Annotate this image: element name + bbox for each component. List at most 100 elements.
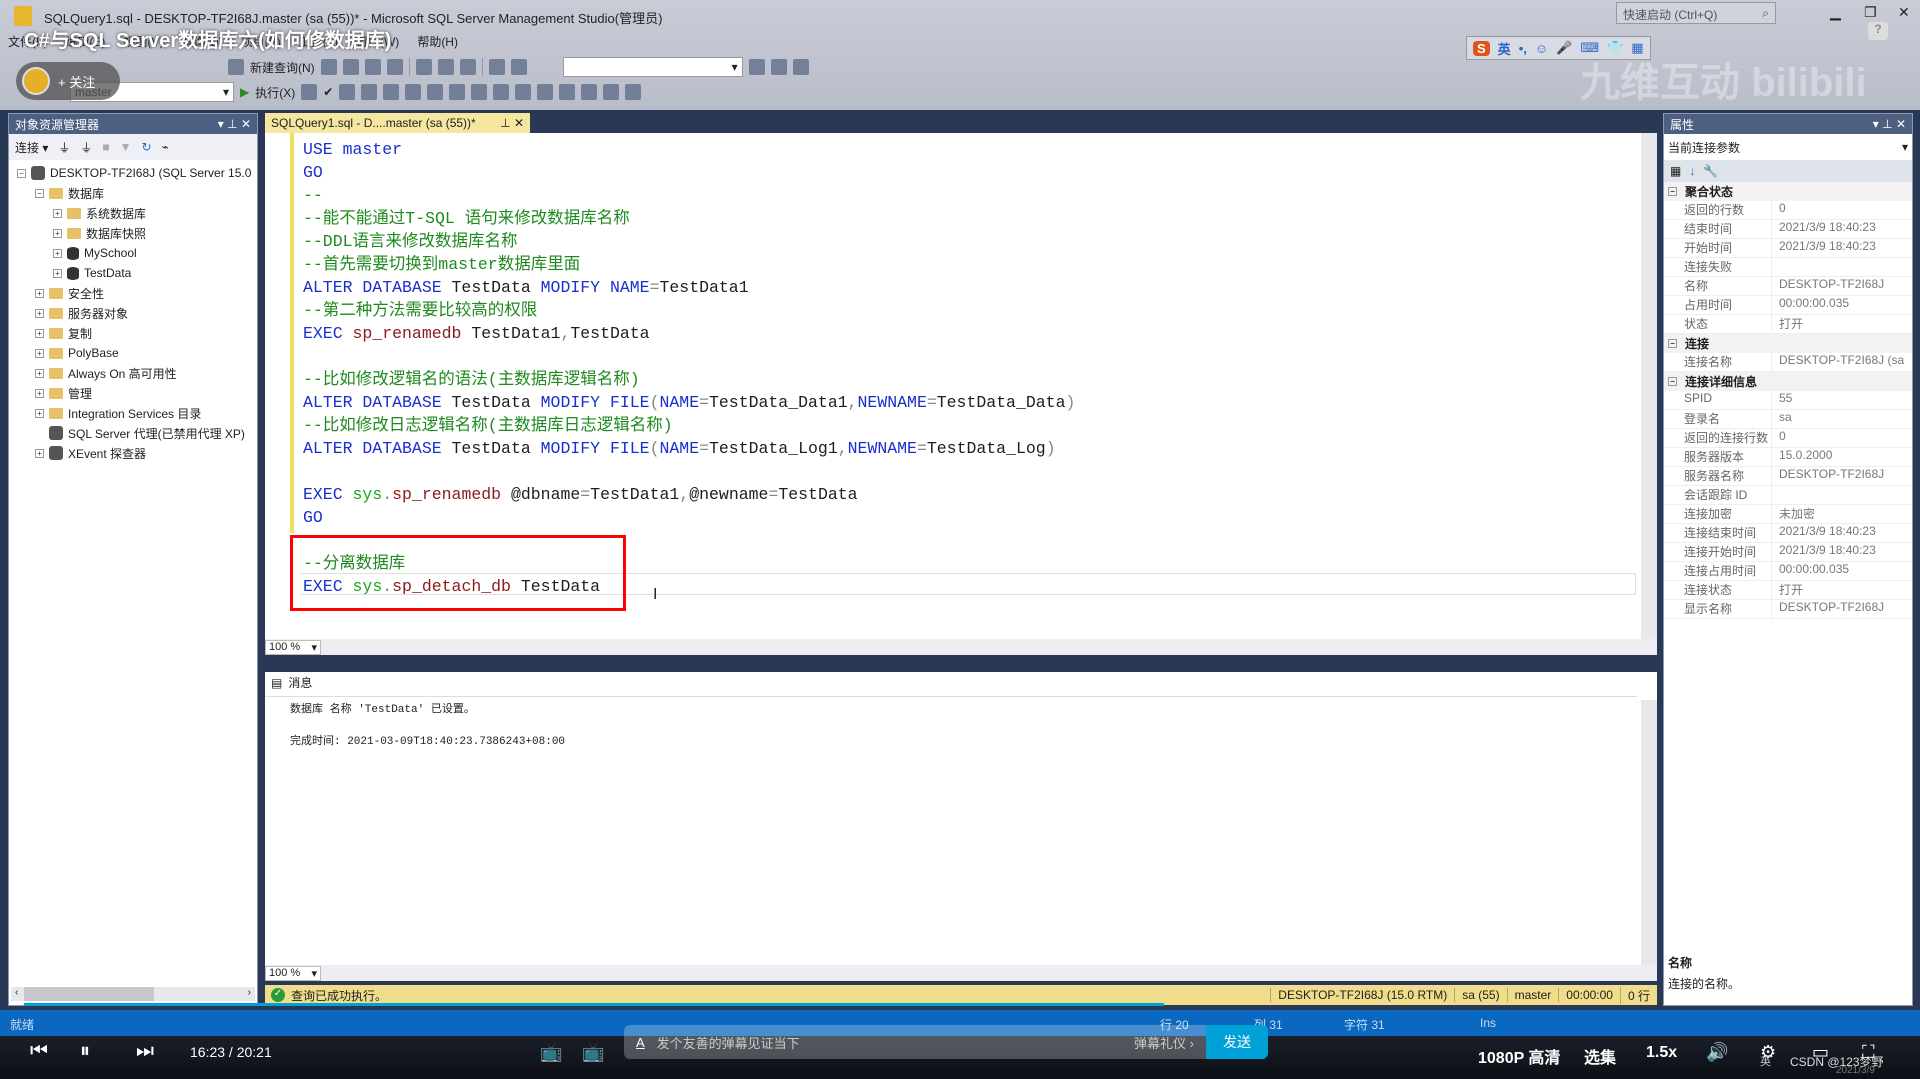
collapse-icon[interactable]: − bbox=[1668, 377, 1677, 386]
expand-icon[interactable]: + bbox=[35, 308, 44, 318]
send-danmaku-button[interactable]: 发送 bbox=[1206, 1025, 1268, 1059]
tree-item[interactable]: + Integration Services 目录 bbox=[9, 403, 257, 423]
expand-icon[interactable]: − bbox=[35, 188, 44, 198]
dax-icon[interactable] bbox=[386, 59, 403, 75]
wrench-icon[interactable] bbox=[770, 59, 787, 75]
vertical-scrollbar[interactable] bbox=[1641, 133, 1657, 655]
vertical-scrollbar[interactable] bbox=[1641, 700, 1657, 965]
property-row[interactable]: 连接占用时间 00:00:00.035 bbox=[1664, 562, 1912, 581]
expand-icon[interactable]: + bbox=[53, 248, 62, 258]
property-row[interactable]: 会话跟踪 ID bbox=[1664, 486, 1912, 505]
tree-item[interactable]: − 数据库 bbox=[9, 183, 257, 203]
connect-button[interactable]: 连接 ▾ bbox=[15, 139, 48, 156]
expand-icon[interactable]: + bbox=[53, 208, 62, 218]
horizontal-scrollbar[interactable]: ‹ › bbox=[11, 987, 255, 1001]
indent-icon[interactable] bbox=[603, 84, 620, 100]
quality-button[interactable]: 1080P 高清 bbox=[1478, 1044, 1560, 1068]
refresh-icon[interactable]: ↻ bbox=[142, 140, 152, 154]
tree-item[interactable]: + 数据库快照 bbox=[9, 223, 257, 243]
mdx-icon[interactable] bbox=[320, 59, 337, 75]
property-row[interactable]: 登录名 sa bbox=[1664, 410, 1912, 429]
live-stats-icon[interactable] bbox=[427, 84, 444, 100]
parse-icon[interactable]: ✔ bbox=[323, 85, 333, 99]
property-row[interactable]: 结束时间 2021/3/9 18:40:23 bbox=[1664, 220, 1912, 239]
mic-icon[interactable]: 🎤 bbox=[1556, 40, 1572, 56]
property-row[interactable]: 连接名称 DESKTOP-TF2I68J (sa bbox=[1664, 353, 1912, 372]
copy-icon[interactable] bbox=[437, 59, 454, 75]
previous-icon[interactable]: ⏮ bbox=[30, 1040, 48, 1063]
tree-item[interactable]: + 管理 bbox=[9, 383, 257, 403]
pin-close-icons[interactable]: ▾ ⊥ ✕ bbox=[218, 117, 251, 131]
filter-icon[interactable]: ▼ bbox=[120, 140, 132, 154]
property-row[interactable]: 连接开始时间 2021/3/9 18:40:23 bbox=[1664, 543, 1912, 562]
expand-icon[interactable]: + bbox=[35, 328, 44, 338]
property-row[interactable]: 显示名称 DESKTOP-TF2I68J bbox=[1664, 600, 1912, 619]
punctuation-icon[interactable]: •, bbox=[1519, 41, 1527, 56]
property-row[interactable]: 服务器名称 DESKTOP-TF2I68J bbox=[1664, 467, 1912, 486]
activity-icon[interactable]: ⌁ bbox=[162, 140, 169, 154]
tree-item[interactable]: + 复制 bbox=[9, 323, 257, 343]
pin-close-icons[interactable]: ▾ ⊥ ✕ bbox=[1873, 117, 1906, 131]
volume-icon[interactable]: 🔊 bbox=[1706, 1042, 1728, 1063]
estimated-plan-icon[interactable] bbox=[339, 84, 356, 100]
actual-plan-icon[interactable] bbox=[405, 84, 422, 100]
comment-icon[interactable] bbox=[537, 84, 554, 100]
dmx-icon[interactable] bbox=[342, 59, 359, 75]
tree-item[interactable]: + PolyBase bbox=[9, 343, 257, 363]
properties-icon[interactable] bbox=[748, 59, 765, 75]
tree-item[interactable]: + 安全性 bbox=[9, 283, 257, 303]
tree-item[interactable]: + 服务器对象 bbox=[9, 303, 257, 323]
property-row[interactable]: 连接加密 未加密 bbox=[1664, 505, 1912, 524]
new-query-button[interactable]: 新建查询(N) bbox=[250, 59, 315, 76]
undo-icon[interactable] bbox=[488, 59, 505, 75]
expand-icon[interactable]: + bbox=[53, 228, 62, 238]
cut-icon[interactable] bbox=[415, 59, 432, 75]
expand-icon[interactable]: + bbox=[35, 408, 44, 418]
close-button[interactable]: ✕ bbox=[1898, 4, 1910, 21]
tree-item[interactable]: + Always On 高可用性 bbox=[9, 363, 257, 383]
results-text-icon[interactable] bbox=[471, 84, 488, 100]
tree-item[interactable]: + MySchool bbox=[9, 243, 257, 263]
text-style-icon[interactable]: A bbox=[636, 1035, 645, 1050]
tree-item[interactable]: SQL Server 代理(已禁用代理 XP) bbox=[9, 423, 257, 443]
property-row[interactable]: 返回的行数 0 bbox=[1664, 201, 1912, 220]
property-category[interactable]: − 连接详细信息 bbox=[1664, 372, 1912, 391]
property-row[interactable]: 名称 DESKTOP-TF2I68J bbox=[1664, 277, 1912, 296]
zoom-select[interactable]: 100 % ▾ bbox=[265, 639, 321, 655]
emoji-icon[interactable]: ☺ bbox=[1535, 41, 1548, 56]
property-row[interactable]: 返回的连接行数 0 bbox=[1664, 429, 1912, 448]
danmaku-etiquette-link[interactable]: 弹幕礼仪 › bbox=[1134, 1033, 1194, 1052]
outdent-icon[interactable] bbox=[581, 84, 598, 100]
expand-icon[interactable]: + bbox=[35, 368, 44, 378]
episodes-button[interactable]: 选集 bbox=[1584, 1044, 1616, 1068]
menu-item[interactable]: 帮助(H) bbox=[417, 33, 458, 50]
property-row[interactable]: 开始时间 2021/3/9 18:40:23 bbox=[1664, 239, 1912, 258]
expand-icon[interactable]: + bbox=[35, 348, 44, 358]
xmla-icon[interactable] bbox=[364, 59, 381, 75]
pause-icon[interactable]: ⏸ bbox=[80, 1040, 90, 1063]
tab-sqlquery1[interactable]: SQLQuery1.sql - D....master (sa (55))* ⊥ … bbox=[265, 113, 530, 133]
expand-icon[interactable]: + bbox=[35, 448, 44, 458]
tree-item[interactable]: + 系统数据库 bbox=[9, 203, 257, 223]
toolbox-icon[interactable] bbox=[792, 59, 809, 75]
tree-item[interactable]: + TestData bbox=[9, 263, 257, 283]
redo-icon[interactable] bbox=[510, 59, 527, 75]
restore-button[interactable]: ❐ bbox=[1864, 4, 1877, 21]
collapse-icon[interactable]: − bbox=[1668, 187, 1677, 196]
zoom-select[interactable]: 100 % ▾ bbox=[265, 965, 321, 981]
expand-icon[interactable]: + bbox=[53, 268, 62, 278]
query-options-icon[interactable] bbox=[361, 84, 378, 100]
categorized-icon[interactable]: ▦ bbox=[1670, 164, 1681, 178]
uncomment-icon[interactable] bbox=[559, 84, 576, 100]
quick-launch-input[interactable]: 快速启动 (Ctrl+Q) ⌕ bbox=[1616, 2, 1776, 24]
results-grid-icon[interactable] bbox=[493, 84, 510, 100]
results-file-icon[interactable] bbox=[515, 84, 532, 100]
property-row[interactable]: SPID 55 bbox=[1664, 391, 1912, 410]
danmaku-settings-icon[interactable]: 📺 bbox=[582, 1042, 604, 1063]
collapse-icon[interactable]: − bbox=[1668, 339, 1677, 348]
client-stats-icon[interactable] bbox=[449, 84, 466, 100]
execute-button[interactable]: 执行(X) bbox=[255, 84, 295, 101]
tab-messages[interactable]: ▤ 消息 bbox=[271, 674, 312, 691]
disconnect-icon[interactable]: ⏚ bbox=[80, 139, 92, 156]
help-icon[interactable]: ? bbox=[1868, 22, 1888, 40]
